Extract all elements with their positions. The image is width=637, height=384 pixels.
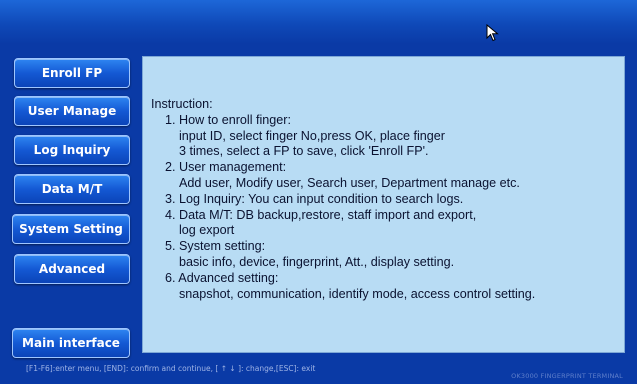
sidebar-menu: Enroll FP User Manage Log Inquiry Data M… (0, 44, 140, 360)
instruction-line: 2. User management: (165, 160, 287, 175)
instruction-line: 6. Advanced setting: (165, 270, 279, 285)
instruction-line: 3 times, select a FP to save, click 'Enr… (179, 144, 429, 159)
user-manage-button[interactable]: User Manage (14, 96, 130, 126)
instruction-line: 3. Log Inquiry: You can input condition … (165, 191, 464, 206)
key-hint-text: [F1-F6]:enter menu, [END]: confirm and c… (26, 364, 316, 373)
enroll-fp-button[interactable]: Enroll FP (14, 58, 130, 88)
instruction-line: 1. How to enroll finger: (165, 112, 291, 127)
instruction-panel: Instruction: 1. How to enroll finger: in… (142, 56, 625, 353)
instruction-heading: Instruction: (151, 97, 213, 111)
instruction-line: 4. Data M/T: DB backup,restore, staff im… (165, 207, 477, 222)
instruction-line: basic info, device, fingerprint, Att., d… (179, 254, 455, 269)
advanced-button[interactable]: Advanced (14, 254, 130, 284)
instruction-line: Add user, Modify user, Search user, Depa… (179, 175, 520, 190)
top-bar (0, 0, 637, 44)
instruction-line: snapshot, communication, identify mode, … (179, 286, 536, 301)
terminal-screen: Enroll FP User Manage Log Inquiry Data M… (0, 0, 637, 384)
log-inquiry-button[interactable]: Log Inquiry (14, 135, 130, 165)
instruction-line: log export (179, 223, 235, 238)
instruction-text: Instruction: 1. How to enroll finger: in… (151, 97, 621, 302)
instruction-line: input ID, select finger No,press OK, pla… (179, 128, 445, 143)
status-footer: [F1-F6]:enter menu, [END]: confirm and c… (0, 360, 637, 384)
main-interface-button[interactable]: Main interface (12, 328, 130, 358)
mouse-cursor-icon (486, 24, 499, 42)
brand-label: OK3000 FINGERPRINT TERMINAL (511, 372, 623, 380)
system-setting-button[interactable]: System Setting (12, 214, 130, 244)
data-mt-button[interactable]: Data M/T (14, 174, 130, 204)
instruction-line: 5. System setting: (165, 239, 266, 254)
